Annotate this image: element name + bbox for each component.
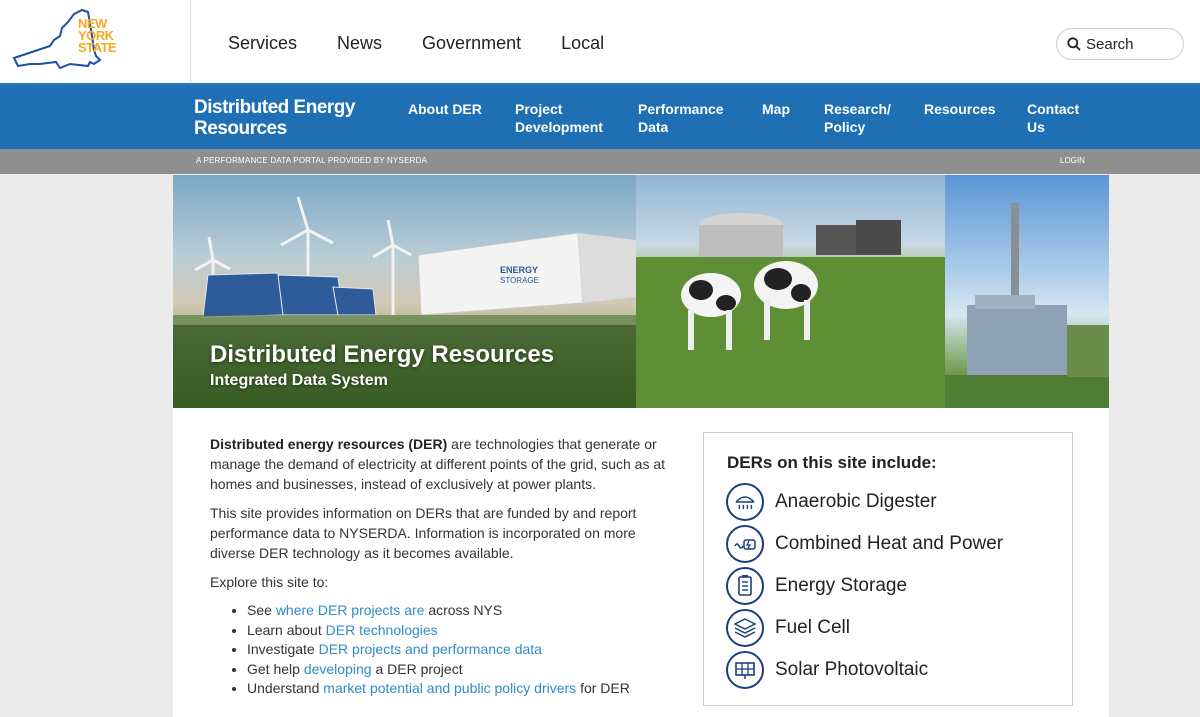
hero-banner: ENERGY STORAGE Distributed Energy Resour… (173, 175, 1109, 408)
der-item-label: Combined Heat and Power (775, 533, 1004, 554)
list-item: See where DER projects are across NYS (247, 601, 675, 621)
search-label: Search (1086, 35, 1134, 53)
nys-top-bar: NEW YORK STATE Services News Government … (0, 0, 1200, 83)
der-header: Distributed Energy Resources About DER P… (0, 83, 1200, 149)
hero-title: Distributed Energy Resources (210, 341, 555, 368)
link-market-policy-drivers[interactable]: market potential and public policy drive… (323, 680, 576, 696)
nav-performance-data[interactable]: Performance Data (638, 100, 724, 136)
anaerobic-digester-icon (726, 483, 764, 521)
nav-research-policy[interactable]: Research/ Policy (824, 100, 891, 136)
list-item: Learn about DER technologies (247, 621, 675, 641)
cows-digester-illustration (636, 213, 945, 408)
fuel-cell-icon (726, 609, 764, 647)
storage-label-2: STORAGE (500, 276, 539, 285)
nav-contact-us[interactable]: Contact Us (1027, 100, 1079, 136)
nys-nav-news[interactable]: News (337, 33, 382, 54)
search-button[interactable]: Search (1056, 28, 1184, 60)
hero-subtitle: Integrated Data System (210, 372, 388, 389)
link-der-projects-performance[interactable]: DER projects and performance data (319, 641, 542, 657)
nav-project-development[interactable]: Project Development (515, 100, 603, 136)
intro-paragraph-1: Distributed energy resources (DER) are t… (210, 436, 666, 492)
hero-image-power-facility (945, 175, 1109, 408)
list-item: Investigate DER projects and performance… (247, 640, 675, 660)
list-item: Get help developing a DER project (247, 660, 675, 680)
der-item-label: Energy Storage (775, 575, 908, 596)
explore-list: See where DER projects are across NYS Le… (210, 601, 675, 699)
hero-image-cows-digester (636, 175, 945, 408)
list-item: Understand market potential and public p… (247, 679, 675, 699)
combined-heat-power-icon (726, 525, 764, 563)
power-facility-illustration (945, 203, 1109, 408)
nys-nav-services[interactable]: Services (228, 33, 297, 54)
divider (190, 0, 191, 83)
explore-heading: Explore this site to: (210, 574, 329, 590)
link-der-technologies[interactable]: DER technologies (326, 622, 438, 638)
der-item-label: Fuel Cell (775, 617, 850, 638)
login-link[interactable]: LOGIN (1060, 156, 1085, 165)
link-where-der-projects-are[interactable]: where DER projects are (276, 602, 425, 618)
nav-about-der[interactable]: About DER (408, 100, 482, 118)
portal-subbar: A PERFORMANCE DATA PORTAL PROVIDED BY NY… (0, 149, 1200, 174)
der-box-title: DERs on this site include: (727, 453, 937, 472)
energy-storage-icon (726, 567, 764, 605)
der-item-combined-heat-power[interactable]: Combined Heat and Power (726, 525, 1003, 563)
der-item-anaerobic-digester[interactable]: Anaerobic Digester (726, 483, 937, 521)
der-item-fuel-cell[interactable]: Fuel Cell (726, 609, 850, 647)
hero-image-wind-solar: ENERGY STORAGE Distributed Energy Resour… (173, 175, 636, 408)
solar-photovoltaic-icon (726, 651, 764, 689)
der-types-box: DERs on this site include: Anaerobic Dig… (703, 432, 1073, 706)
intro-paragraph-2: This site provides information on DERs t… (210, 505, 637, 561)
main-content: Distributed energy resources (DER) are t… (173, 408, 1109, 717)
search-icon (1067, 37, 1081, 51)
der-item-energy-storage[interactable]: Energy Storage (726, 567, 907, 605)
nys-nav-government[interactable]: Government (422, 33, 521, 54)
der-item-solar-photovoltaic[interactable]: Solar Photovoltaic (726, 651, 928, 689)
der-brand[interactable]: Distributed Energy Resources (194, 97, 355, 139)
intro-text: Distributed energy resources (DER) are t… (210, 434, 675, 699)
portal-tagline: A PERFORMANCE DATA PORTAL PROVIDED BY NY… (196, 156, 428, 165)
nys-nav: Services News Government Local (228, 33, 644, 54)
link-developing[interactable]: developing (304, 661, 372, 677)
nys-logo[interactable]: NEW YORK STATE (10, 6, 120, 72)
der-item-label: Solar Photovoltaic (775, 659, 929, 680)
nys-logo-text: NEW YORK STATE (78, 16, 117, 55)
storage-label-1: ENERGY (500, 265, 538, 275)
nys-nav-local[interactable]: Local (561, 33, 604, 54)
nav-map[interactable]: Map (762, 100, 790, 118)
nav-resources[interactable]: Resources (924, 100, 996, 118)
der-item-label: Anaerobic Digester (775, 491, 937, 512)
